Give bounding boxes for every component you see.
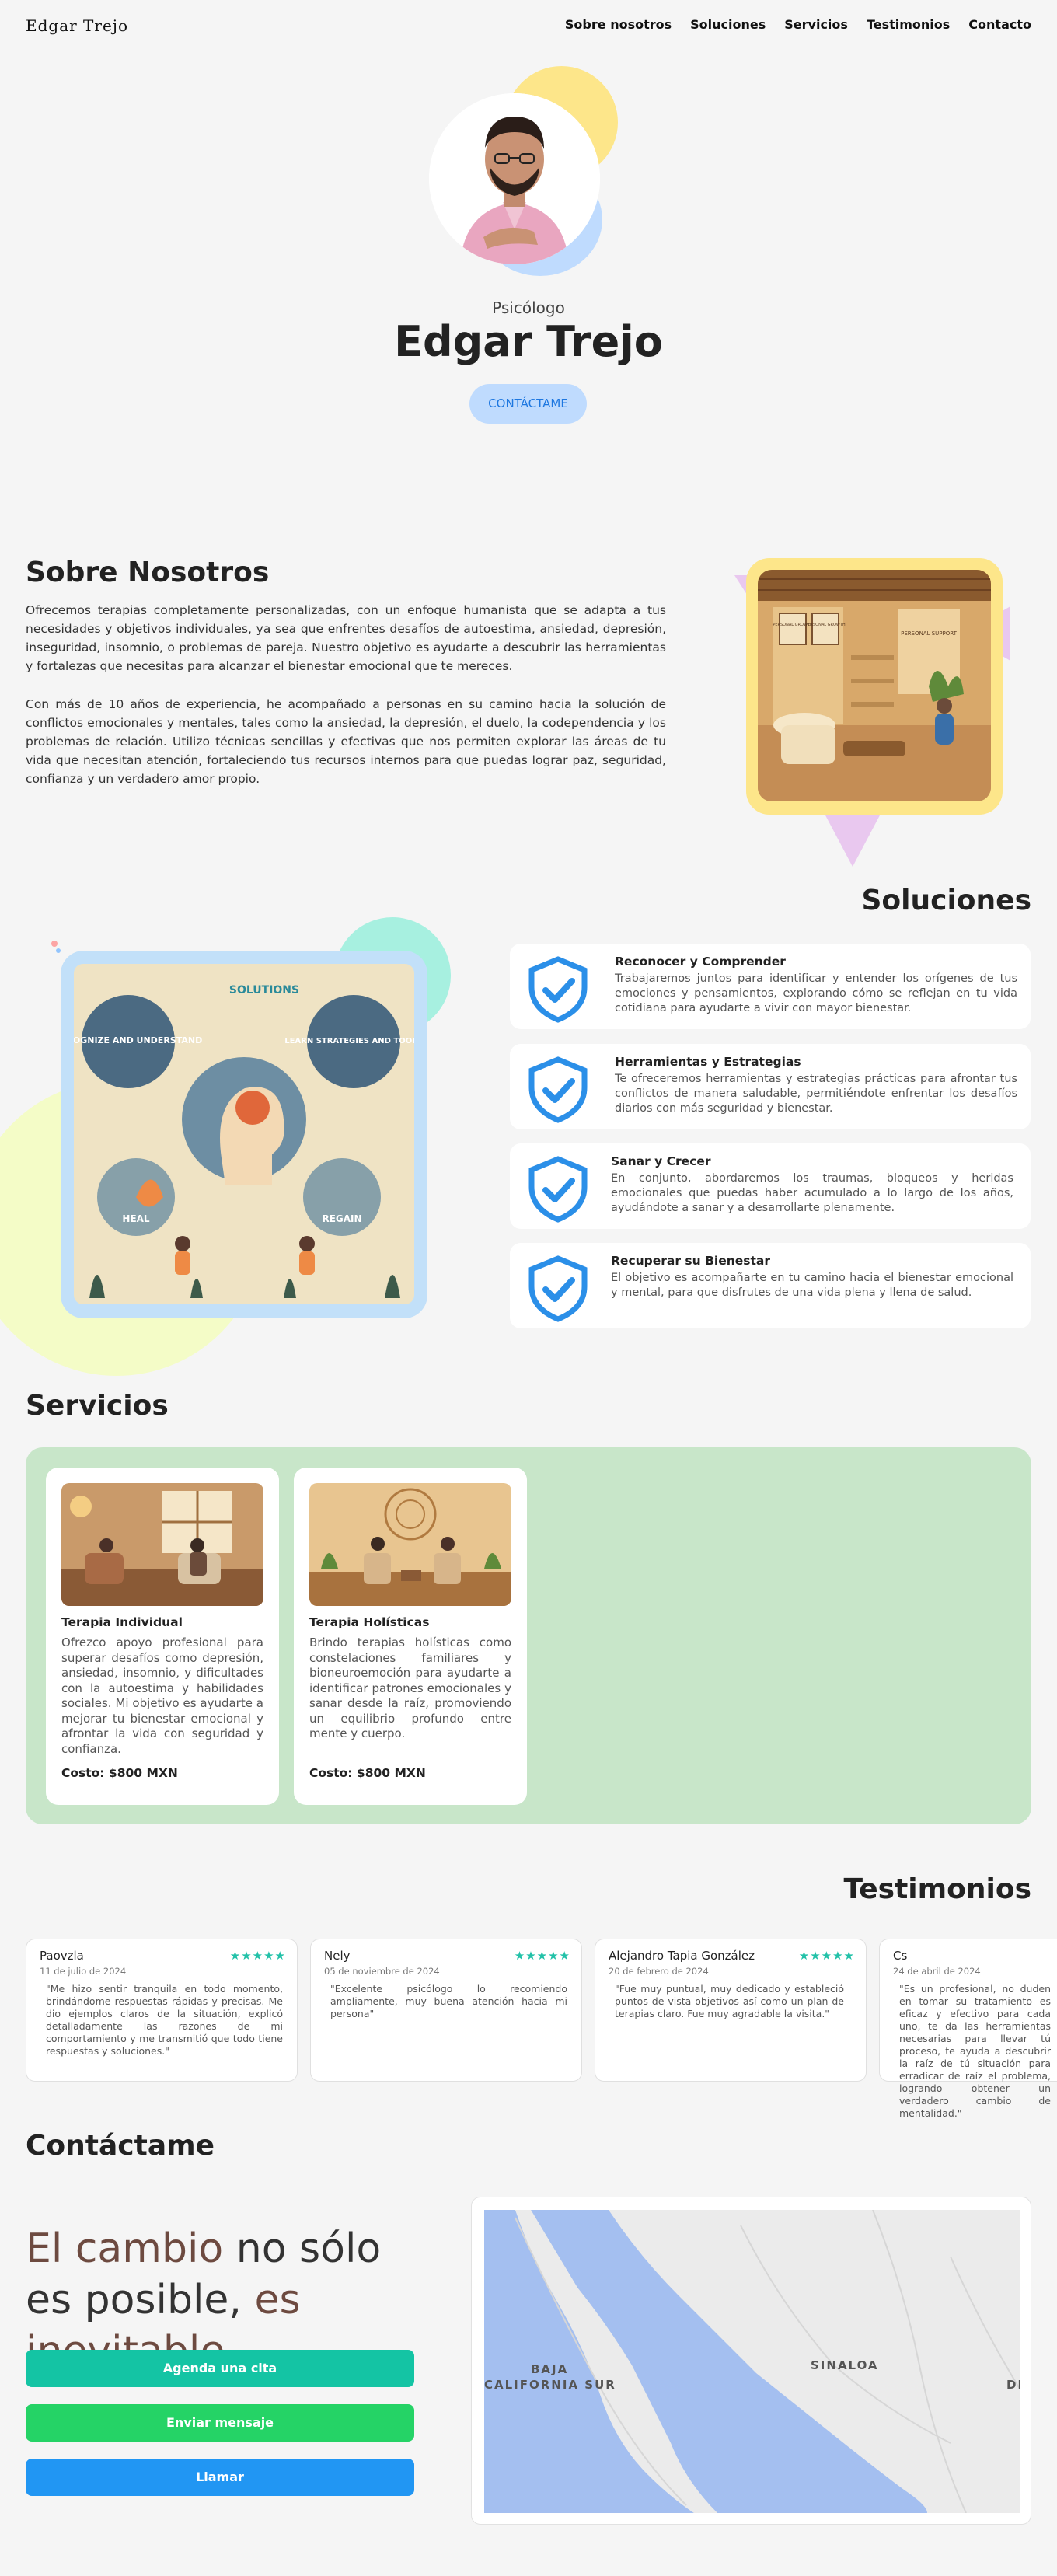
solution-card: Herramientas y Estrategias Te ofreceremo… xyxy=(510,1044,1031,1129)
image-label: RECOGNIZE AND UNDERSTAND xyxy=(74,1035,202,1045)
solution-desc: En conjunto, abordaremos los traumas, bl… xyxy=(611,1172,1013,1214)
solution-desc: El objetivo es acompañarte en tu camino … xyxy=(611,1272,1013,1299)
solution-title: Reconocer y Comprender xyxy=(615,955,786,969)
service-image xyxy=(61,1483,263,1606)
about-paragraph-2: Con más de 10 años de experiencia, he ac… xyxy=(26,697,666,786)
image-sign: PERSONAL SUPPORT xyxy=(901,630,957,637)
service-title: Terapia Holísticas xyxy=(309,1615,430,1629)
testimonial-date: 11 de julio de 2024 xyxy=(40,1966,127,1977)
solution-title: Sanar y Crecer xyxy=(611,1154,711,1168)
profile-photo xyxy=(429,93,600,264)
nav-link-soluciones[interactable]: Soluciones xyxy=(690,17,766,32)
map-label: DI xyxy=(1006,2378,1020,2392)
service-price: Costo: $800 MXN xyxy=(61,1766,178,1780)
top-nav: Edgar Trejo Sobre nosotros Soluciones Se… xyxy=(0,0,1057,50)
star-rating-icon: ★★★★★ xyxy=(229,1949,286,1963)
service-card: Terapia Holísticas Brindo terapias holís… xyxy=(294,1468,527,1805)
services-title: Servicios xyxy=(26,1390,169,1422)
map-frame: BAJA CALIFORNIA SUR SINALOA DI xyxy=(471,2197,1031,2525)
testimonial-date: 05 de noviembre de 2024 xyxy=(324,1966,440,1977)
contact-cta-button[interactable]: CONTÁCTAME xyxy=(469,384,587,424)
star-rating-icon: ★★★★★ xyxy=(514,1949,570,1963)
shield-check-icon xyxy=(528,956,588,1023)
image-label: HEAL xyxy=(122,1213,150,1224)
testimonial-name: Alejandro Tapia González xyxy=(609,1949,755,1963)
about-paragraph-1: Ofrecemos terapias completamente persona… xyxy=(26,603,666,673)
contact-title: Contáctame xyxy=(26,2130,215,2162)
testimonial-text: "Fue muy puntual, muy dedicado y estable… xyxy=(615,1983,844,2019)
solution-desc: Te ofreceremos herramientas y estrategia… xyxy=(615,1073,1017,1115)
solutions-image: SOLUTIONS RECOGNIZE AND UNDERSTAND LEARN… xyxy=(74,964,414,1304)
solution-card: Recuperar su Bienestar El objetivo es ac… xyxy=(510,1243,1031,1328)
location-map[interactable]: BAJA CALIFORNIA SUR SINALOA DI xyxy=(484,2210,1020,2513)
testimonial-name: Cs xyxy=(893,1949,908,1963)
service-title: Terapia Individual xyxy=(61,1615,183,1629)
service-image xyxy=(309,1483,511,1606)
testimonial-card: Cs 24 de abril de 2024 "Es un profesiona… xyxy=(879,1939,1057,2119)
shield-check-icon xyxy=(528,1156,588,1223)
testimonial-text: "Es un profesional, no duden en tomar su… xyxy=(899,1983,1051,2119)
image-sign: PERSONAL GROWTH xyxy=(805,623,846,627)
service-desc: Ofrezco apoyo profesional para superar d… xyxy=(61,1635,263,1756)
nav-link-contacto[interactable]: Contacto xyxy=(968,17,1031,32)
image-label: SOLUTIONS xyxy=(229,984,299,997)
solution-title: Recuperar su Bienestar xyxy=(611,1254,771,1268)
map-label: SINALOA xyxy=(811,2358,879,2372)
service-desc: Brindo terapias holísticas como constela… xyxy=(309,1635,511,1740)
star-rating-icon: ★★★★★ xyxy=(798,1949,855,1963)
testimonial-name: Nely xyxy=(324,1949,351,1963)
testimonials-title: Testimonios xyxy=(843,1873,1031,1905)
testimonial-card: Alejandro Tapia González 20 de febrero d… xyxy=(595,1939,867,2082)
image-label: LEARN STRATEGIES AND TOOLS xyxy=(284,1037,414,1045)
nav-link-testimonios[interactable]: Testimonios xyxy=(867,17,950,32)
hero-role: Psicólogo xyxy=(492,298,565,317)
map-label: CALIFORNIA SUR xyxy=(484,2378,616,2392)
solution-title: Herramientas y Estrategias xyxy=(615,1055,801,1069)
solutions-title: Soluciones xyxy=(861,885,1031,916)
nav-link-sobre-nosotros[interactable]: Sobre nosotros xyxy=(565,17,672,32)
testimonial-text: "Me hizo sentir tranquila en todo moment… xyxy=(46,1983,283,2057)
testimonial-card: Nely 05 de noviembre de 2024 ★★★★★ "Exce… xyxy=(310,1939,582,2082)
shield-check-icon xyxy=(528,1255,588,1322)
send-message-button[interactable]: Enviar mensaje xyxy=(26,2404,414,2442)
solution-desc: Trabajaremos juntos para identificar y e… xyxy=(615,972,1017,1014)
service-price: Costo: $800 MXN xyxy=(309,1766,426,1780)
nav-link-servicios[interactable]: Servicios xyxy=(784,17,848,32)
shield-check-icon xyxy=(528,1056,588,1123)
call-button[interactable]: Llamar xyxy=(26,2459,414,2496)
quote-part: El cambio xyxy=(26,2225,224,2272)
about-title: Sobre Nosotros xyxy=(26,557,270,588)
map-label: BAJA xyxy=(531,2362,568,2376)
service-card: Terapia Individual Ofrezco apoyo profesi… xyxy=(46,1468,279,1805)
about-image: PERSONAL GROWTH PERSONAL GROWTH PERSONAL… xyxy=(758,570,991,801)
solution-card: Reconocer y Comprender Trabajaremos junt… xyxy=(510,944,1031,1029)
decor-dot xyxy=(56,948,61,953)
solution-card: Sanar y Crecer En conjunto, abordaremos … xyxy=(510,1143,1031,1229)
decor-dot xyxy=(51,941,58,947)
testimonial-date: 20 de febrero de 2024 xyxy=(609,1966,709,1977)
brand-logo[interactable]: Edgar Trejo xyxy=(26,16,128,35)
testimonial-name: Paovzla xyxy=(40,1949,84,1963)
nav-links: Sobre nosotros Soluciones Servicios Test… xyxy=(565,17,1031,32)
schedule-appointment-button[interactable]: Agenda una cita xyxy=(26,2350,414,2387)
hero-name: Edgar Trejo xyxy=(394,317,663,366)
testimonial-text: "Excelente psicólogo lo recomiendo ampli… xyxy=(330,1983,567,2019)
testimonial-date: 24 de abril de 2024 xyxy=(893,1966,981,1977)
testimonial-card: Paovzla 11 de julio de 2024 ★★★★★ "Me hi… xyxy=(26,1939,298,2082)
image-label: REGAIN xyxy=(322,1213,361,1224)
